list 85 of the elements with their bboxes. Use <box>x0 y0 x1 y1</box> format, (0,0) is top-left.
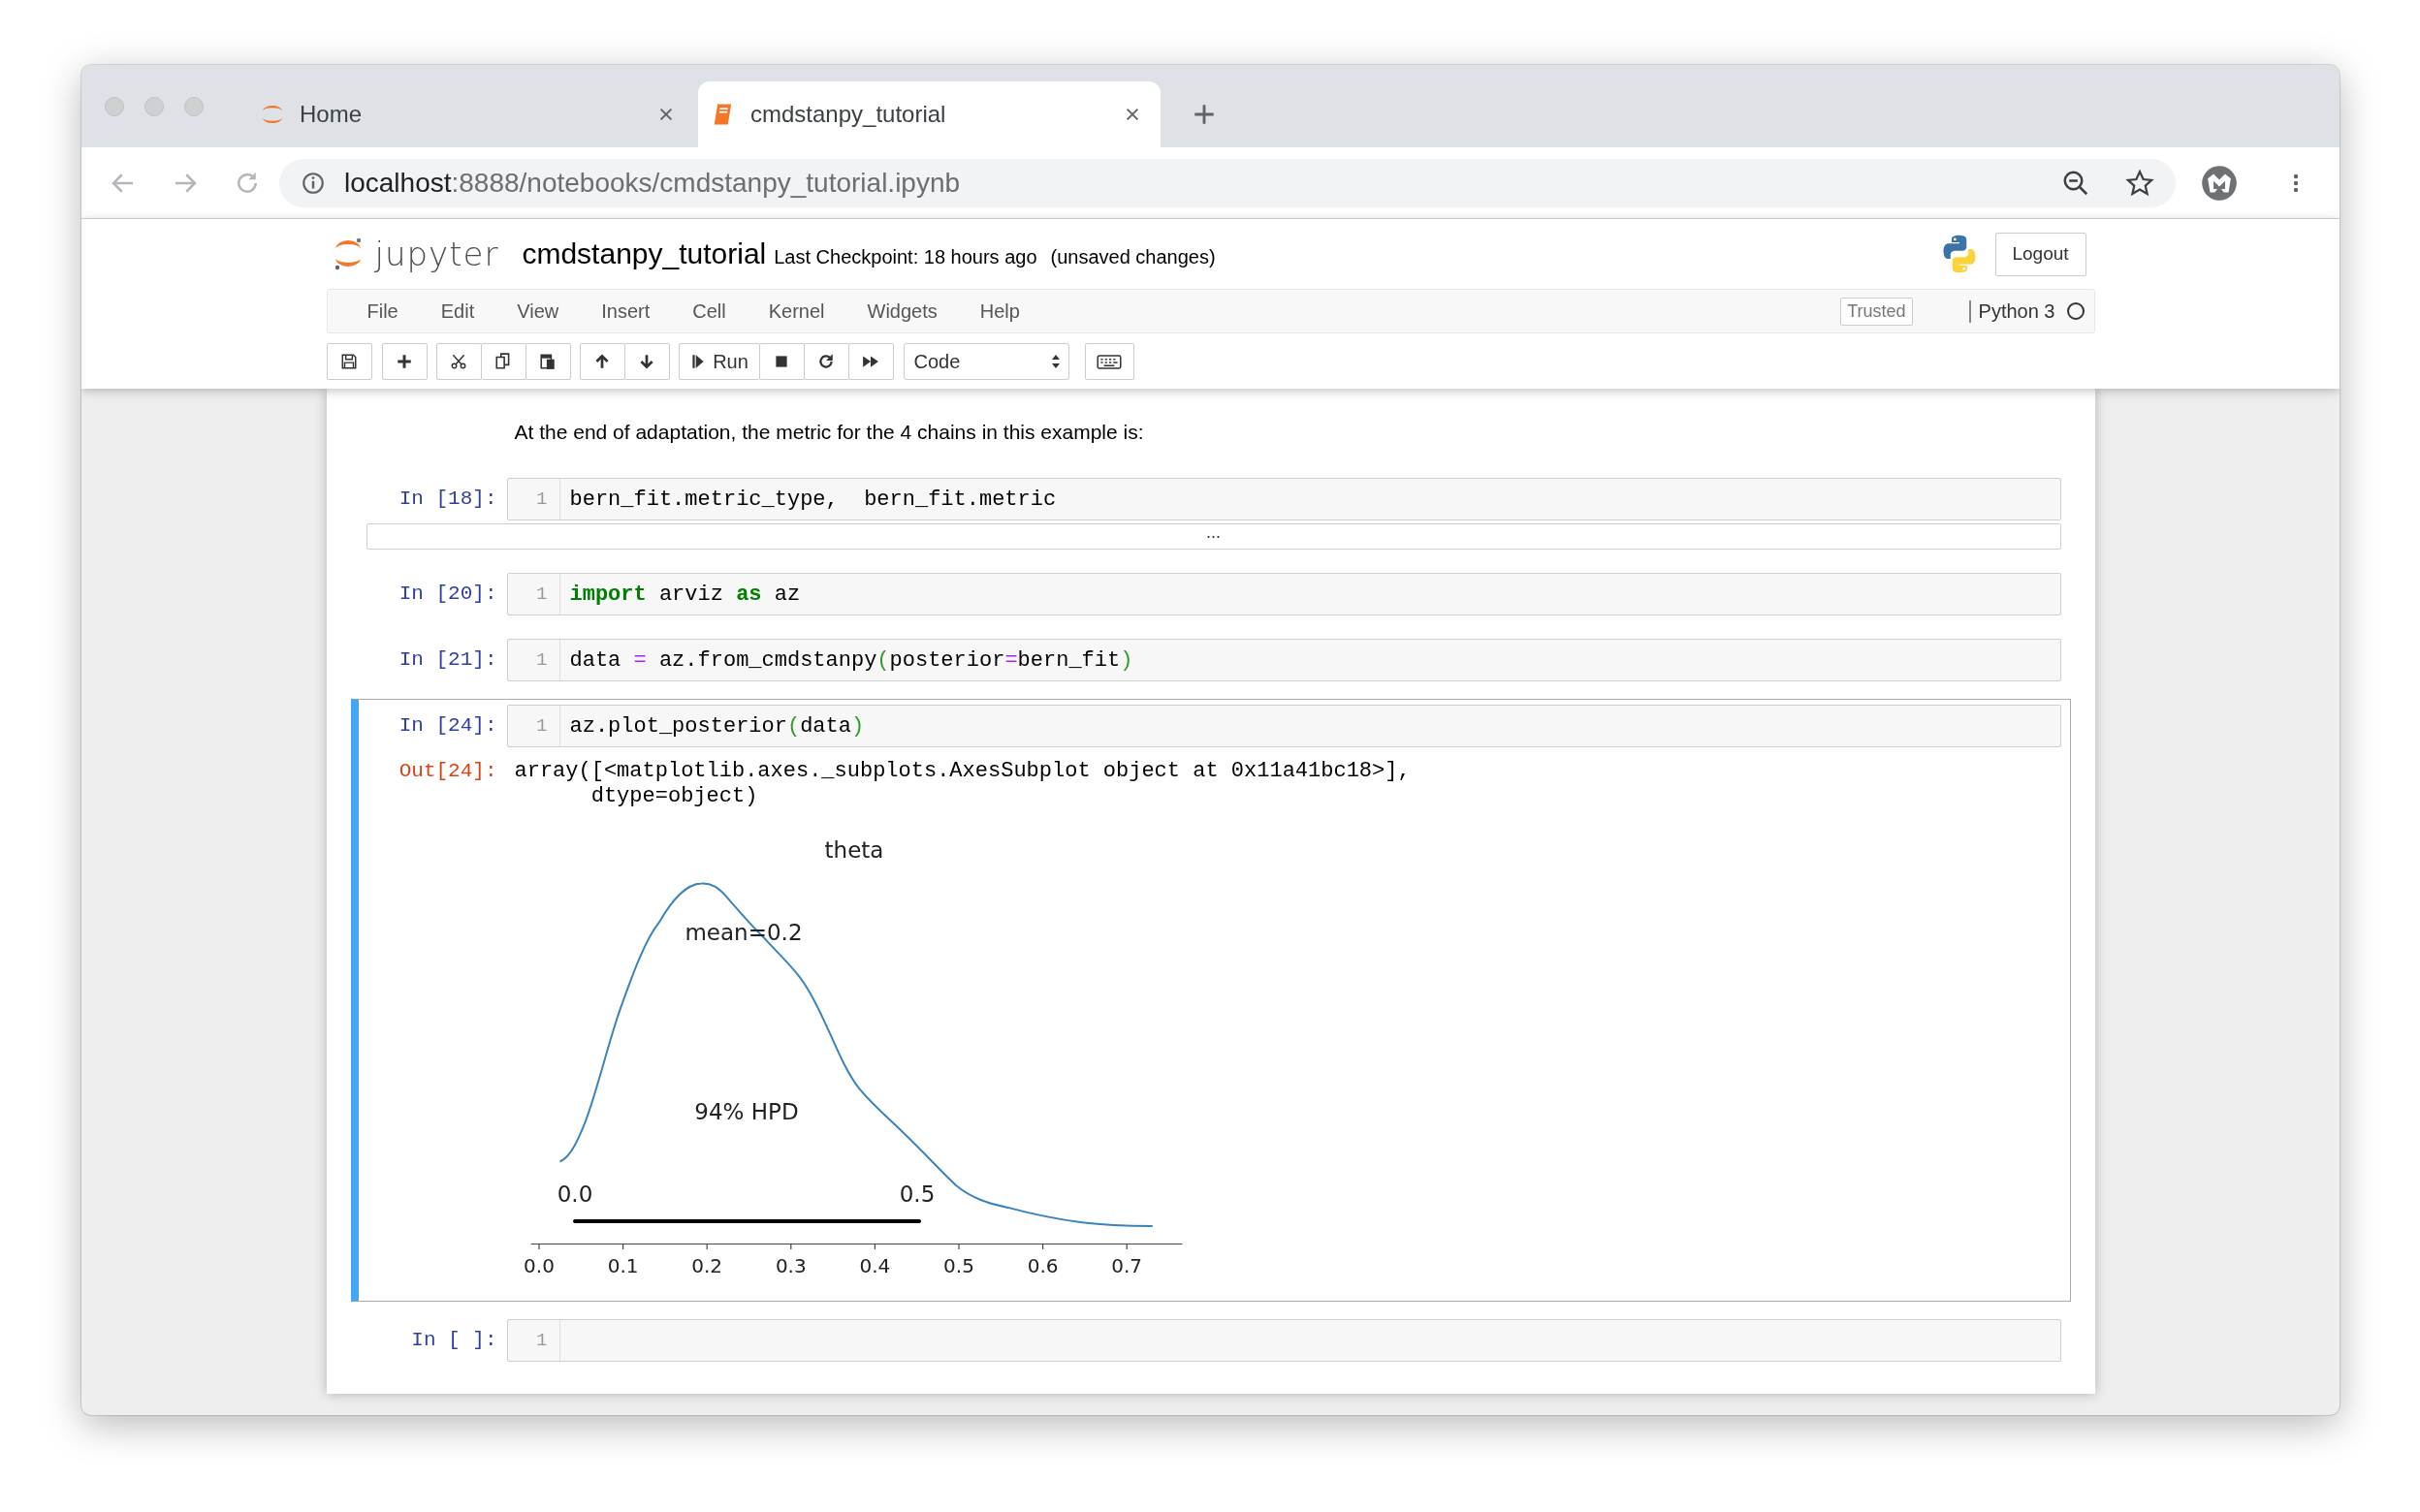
keyboard-icon <box>1097 354 1122 369</box>
notebook-cell[interactable]: In [21]: 1 data = az.from_cmdstanpy(posterior=bern_fit) <box>350 633 2071 687</box>
input-prompt: In [21]: <box>398 647 498 673</box>
collapsed-output[interactable]: ... <box>366 523 2061 550</box>
plus-icon[interactable] <box>1192 102 1217 127</box>
restart-icon <box>817 353 835 370</box>
copy-button[interactable] <box>480 343 526 380</box>
output-text: array([<matplotlib.axes._subplots.AxesSubplot object at 0x11a41bc18>], dtype=object) <box>514 759 1412 809</box>
arrow-up-icon <box>593 353 611 370</box>
tick-label: 0.0 <box>523 1254 555 1277</box>
line-number: 1 <box>507 640 560 680</box>
menu-item[interactable]: Widgets <box>845 299 959 323</box>
markdown-text: At the end of adaptation, the metric for the 4 chains in this example is: <box>513 420 1144 445</box>
autosave-status: (unsaved changes) <box>1050 245 1216 268</box>
menu-item[interactable]: Edit <box>419 299 496 323</box>
line-number: 1 <box>507 1320 560 1361</box>
notebook-cell[interactable]: In [18]: 1 bern_fit.metric_type, bern_fit.metric ... <box>350 472 2071 555</box>
input-prompt: In [18]: <box>398 487 498 512</box>
move-up-button[interactable] <box>579 343 625 380</box>
tick-label: 0.3 <box>775 1254 807 1277</box>
restart-button[interactable] <box>803 343 849 380</box>
plus-icon <box>396 353 413 370</box>
move-down-button[interactable] <box>623 343 670 380</box>
up-down-caret-icon <box>1050 354 1061 369</box>
menu-item[interactable]: File <box>345 299 420 323</box>
output-prompt: Out[24]: <box>398 759 498 784</box>
code-line: az.plot_posterior(data) <box>568 713 865 739</box>
logo-wordmark[interactable]: jupyter <box>374 235 499 273</box>
menu-item[interactable]: Insert <box>580 299 672 323</box>
tick-label: 0.2 <box>690 1254 722 1277</box>
kernel-name: Python 3 <box>1968 299 2055 323</box>
address-bar[interactable]: localhost:8888/notebooks/cmdstanpy_tutorial.ipynb <box>279 158 2176 207</box>
keyboard-button[interactable] <box>1084 343 1134 380</box>
clipboard-icon <box>539 353 557 370</box>
checkpoint-status: Last Checkpoint: 18 hours ago <box>774 245 1037 268</box>
input-prompt: In [20]: <box>398 582 498 607</box>
notebook-cell[interactable]: In [ ]: 1 <box>350 1313 2071 1368</box>
interval-bound-label: 0.0 <box>557 1181 592 1207</box>
insert-cell-button[interactable] <box>381 343 428 380</box>
tick-label: 0.4 <box>859 1254 890 1277</box>
menu-item[interactable]: View <box>495 299 581 323</box>
browser-tab[interactable]: Home <box>247 81 694 147</box>
run-button[interactable]: Run <box>678 343 760 380</box>
scissors-icon <box>450 353 467 370</box>
menu-item[interactable]: Kernel <box>747 299 846 323</box>
code-input[interactable]: 1 bern_fit.metric_type, bern_fit.metric <box>506 478 2061 520</box>
notebook-cell[interactable]: In [20]: 1 import arviz as az <box>350 567 2071 621</box>
close-icon[interactable] <box>1124 106 1141 123</box>
close-icon[interactable] <box>657 106 675 123</box>
stop-icon <box>773 353 790 370</box>
browser-tab[interactable]: cmdstanpy_tutorial <box>698 81 1161 147</box>
menu-item[interactable]: Cell <box>671 299 748 323</box>
star-icon[interactable] <box>2125 168 2154 198</box>
tick-label: 0.7 <box>1110 1254 1142 1277</box>
tick-label: 0.6 <box>1027 1254 1058 1277</box>
code-input[interactable]: 1 import arviz as az <box>506 573 2061 615</box>
tick-label: 0.5 <box>942 1254 974 1277</box>
extension-icon[interactable] <box>2201 164 2238 202</box>
copy-icon <box>494 353 512 370</box>
arrow-down-icon <box>638 353 655 370</box>
code-line: bern_fit.metric_type, bern_fit.metric <box>568 487 1057 512</box>
line-number: 1 <box>507 574 560 614</box>
plot-title: theta <box>824 837 883 863</box>
cell-type-dropdown[interactable]: Code <box>903 343 1069 380</box>
input-prompt: In [24]: <box>398 713 498 739</box>
paste-button[interactable] <box>525 343 571 380</box>
code-line: import arviz as az <box>568 582 801 607</box>
tick-label: 0.1 <box>607 1254 638 1277</box>
interval-bound-label: 0.5 <box>899 1181 935 1207</box>
menu-item[interactable]: Help <box>958 299 1041 323</box>
line-number: 1 <box>507 706 560 746</box>
cut-button[interactable] <box>435 343 482 380</box>
logout-button[interactable]: Logout <box>1994 232 2086 276</box>
stop-button[interactable] <box>758 343 805 380</box>
code-input[interactable]: 1 data = az.from_cmdstanpy(posterior=bern_fit) <box>506 639 2061 681</box>
line-number: 1 <box>507 479 560 520</box>
code-line: data = az.from_cmdstanpy(posterior=bern_fit) <box>568 647 1133 673</box>
run-all-button[interactable] <box>847 343 894 380</box>
info-icon[interactable] <box>301 170 326 196</box>
notebook-title[interactable]: cmdstanpy_tutorial <box>522 237 767 270</box>
interval-label: 94% HPD <box>693 1099 799 1124</box>
trusted-badge[interactable]: Trusted <box>1840 297 1913 326</box>
save-button[interactable] <box>326 343 372 380</box>
code-input[interactable]: 1 az.plot_posterior(data) <box>506 705 2061 747</box>
input-prompt: In [ ]: <box>410 1328 498 1353</box>
